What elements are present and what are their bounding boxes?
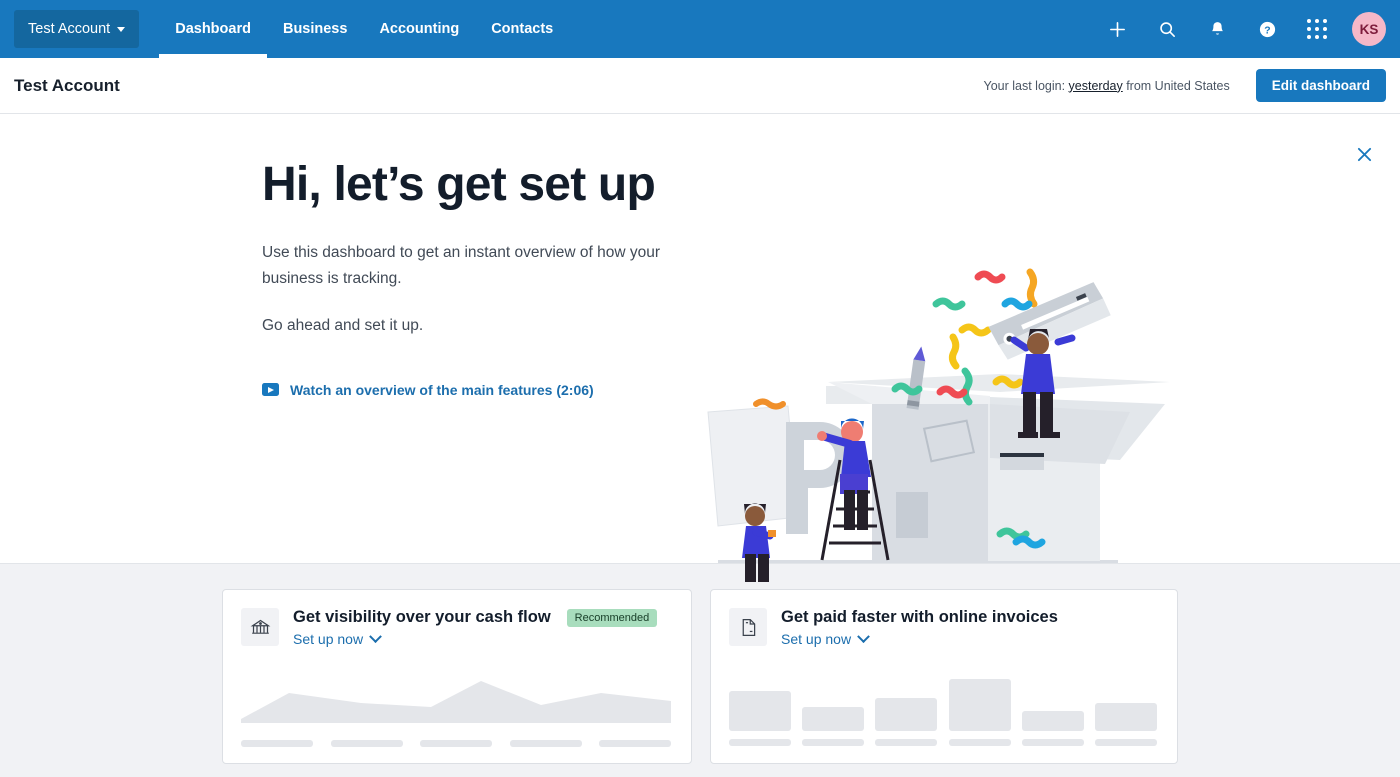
account-switcher-button[interactable]: Test Account	[14, 10, 140, 48]
chevron-down-icon	[369, 629, 382, 643]
tab-contacts-label: Contacts	[491, 21, 554, 37]
search-icon[interactable]	[1142, 0, 1192, 58]
people-unpacking-box-illustration	[700, 264, 1170, 584]
close-icon[interactable]	[1350, 140, 1378, 168]
edit-dashboard-button[interactable]: Edit dashboard	[1255, 69, 1386, 102]
chart-label-bar	[509, 740, 582, 747]
watch-overview-label: Watch an overview of the main features (…	[290, 381, 594, 398]
chart-bar	[1094, 703, 1157, 731]
tab-accounting[interactable]: Accounting	[363, 0, 475, 58]
top-nav-actions: ? KS	[1092, 0, 1400, 58]
tab-dashboard[interactable]: Dashboard	[159, 0, 267, 58]
chart-bar	[875, 698, 938, 731]
avatar-initials: KS	[1359, 21, 1379, 37]
status-badge: Recommended	[566, 608, 658, 627]
chart-label-bar	[330, 740, 403, 747]
setup-cards-grid: Get visibility over your cash flow Recom…	[222, 589, 1178, 777]
set-up-now-label: Set up now	[293, 631, 364, 647]
last-login-info: Your last login: yesterday from United S…	[984, 79, 1230, 93]
svg-text:?: ?	[1264, 25, 1270, 36]
tab-business-label: Business	[282, 21, 348, 37]
set-up-now-link[interactable]: Set up now	[781, 629, 1058, 647]
sub-header: Test Account Your last login: yesterday …	[0, 58, 1400, 114]
chart-label-placeholders	[729, 739, 1157, 746]
chart-bar	[1021, 711, 1084, 731]
tab-business[interactable]: Business	[267, 0, 363, 58]
chart-label-bar	[948, 739, 1011, 746]
account-switcher-label: Test Account	[28, 21, 111, 37]
plus-icon[interactable]	[1092, 0, 1142, 58]
setup-hero-banner: Hi, let’s get set up Use this dashboard …	[0, 114, 1400, 582]
setup-card-title: Get paid faster with online invoices	[781, 608, 1058, 626]
chart-label-placeholders	[241, 740, 671, 747]
tab-contacts[interactable]: Contacts	[475, 0, 569, 58]
area-chart-placeholder	[241, 669, 671, 747]
apps-grid-icon[interactable]	[1292, 0, 1342, 58]
last-login-link[interactable]: yesterday	[1069, 79, 1123, 93]
chart-label-bar	[802, 739, 865, 746]
chart-label-bar	[729, 739, 791, 746]
chart-label-bar	[1021, 739, 1084, 746]
bar-chart-placeholder	[729, 669, 1157, 746]
set-up-now-label: Set up now	[781, 631, 852, 647]
help-icon[interactable]: ?	[1242, 0, 1292, 58]
hero-text-block: Hi, let’s get set up Use this dashboard …	[262, 158, 682, 398]
setup-card-title: Get visibility over your cash flow	[293, 608, 551, 626]
top-navigation-bar: Test Account Dashboard Business Accounti…	[0, 0, 1400, 58]
setup-cards-section: Get visibility over your cash flow Recom…	[0, 564, 1400, 777]
last-login-prefix: Your last login:	[983, 78, 1069, 93]
chart-label-bar	[1094, 739, 1157, 746]
chart-label-bar	[875, 739, 938, 746]
setup-card-online-invoices[interactable]: Get paid faster with online invoices Set…	[710, 589, 1178, 764]
hero-title: Hi, let’s get set up	[262, 158, 656, 211]
chart-bar	[802, 707, 865, 731]
chevron-down-icon	[857, 629, 870, 643]
tab-accounting-label: Accounting	[379, 21, 460, 37]
document-icon	[729, 608, 767, 646]
main-nav-tabs: Dashboard Business Accounting Contacts	[159, 0, 569, 58]
hero-paragraph-2: Go ahead and set it up.	[262, 317, 424, 335]
avatar[interactable]: KS	[1352, 12, 1386, 46]
tab-dashboard-label: Dashboard	[175, 21, 251, 37]
chart-label-bar	[420, 740, 492, 747]
setup-card-cash-flow[interactable]: Get visibility over your cash flow Recom…	[222, 589, 692, 764]
chart-label-bar	[241, 740, 313, 747]
last-login-suffix: from United States	[1122, 78, 1230, 93]
set-up-now-link[interactable]: Set up now	[293, 629, 657, 647]
sub-header-actions: Your last login: yesterday from United S…	[984, 69, 1386, 102]
watch-overview-link[interactable]: Watch an overview of the main features (…	[262, 382, 682, 398]
chart-bar	[948, 679, 1011, 731]
page-title: Test Account	[14, 75, 120, 95]
bank-icon	[241, 608, 279, 646]
bell-icon[interactable]	[1192, 0, 1242, 58]
play-icon	[262, 383, 279, 397]
hero-paragraph-1: Use this dashboard to get an instant ove…	[262, 243, 661, 288]
chevron-down-icon	[117, 26, 126, 32]
chart-bar	[729, 691, 791, 731]
chart-label-bar	[599, 740, 671, 747]
